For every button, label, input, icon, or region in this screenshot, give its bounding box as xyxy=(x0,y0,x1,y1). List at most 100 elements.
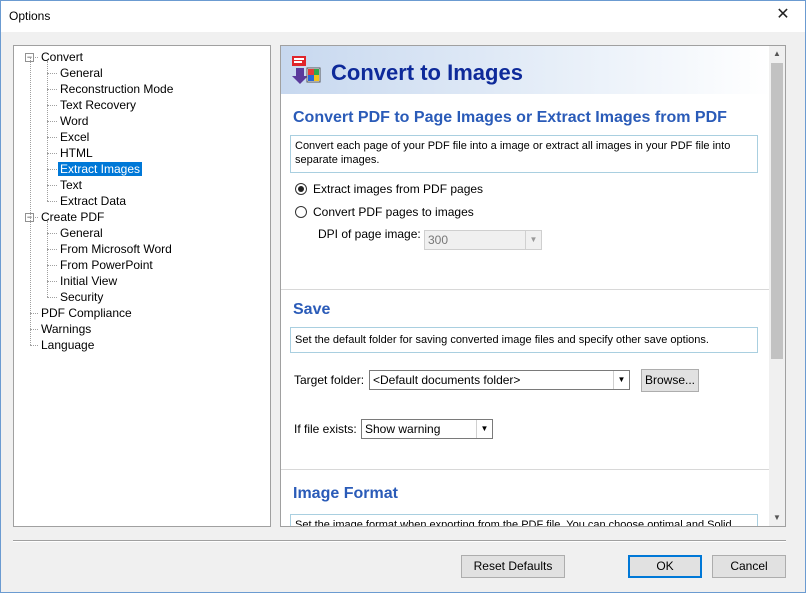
tree-item[interactable]: From Microsoft Word xyxy=(58,241,174,257)
tree-item-label: General xyxy=(60,226,103,240)
tree-item[interactable]: Excel xyxy=(58,129,91,145)
tree-item-label: Excel xyxy=(60,130,90,144)
settings-panel: Convert to Images Convert PDF to Page Im… xyxy=(280,45,786,527)
tree-item-label: Create PDF xyxy=(41,210,105,224)
target-folder-select[interactable]: <Default documents folder> ▼ xyxy=(369,370,630,390)
tree-item-label: General xyxy=(60,66,103,80)
tree-item[interactable]: PDF Compliance xyxy=(39,305,134,321)
tree-item[interactable]: General xyxy=(58,225,105,241)
tree-item-label: Extract Data xyxy=(60,194,127,208)
tree-connector xyxy=(30,345,38,346)
tree-connector xyxy=(30,57,31,345)
radio-extract-dot[interactable] xyxy=(295,183,307,195)
cancel-button[interactable]: Cancel xyxy=(712,555,786,578)
browse-button[interactable]: Browse... xyxy=(641,369,699,392)
dpi-select[interactable]: 300 ▼ xyxy=(424,230,542,250)
tree-connector xyxy=(30,329,38,330)
convert-section-heading: Convert PDF to Page Images or Extract Im… xyxy=(293,109,727,126)
if-file-exists-select[interactable]: Show warning ▼ xyxy=(361,419,493,439)
if-file-exists-label: If file exists: xyxy=(294,422,357,436)
reset-defaults-button[interactable]: Reset Defaults xyxy=(461,555,565,578)
panel-header-title: Convert to Images xyxy=(331,60,523,85)
tree-connector xyxy=(47,185,57,186)
tree-connector xyxy=(47,153,57,154)
tree-connector xyxy=(47,233,57,234)
convert-section-description: Convert each page of your PDF file into … xyxy=(290,135,758,173)
save-section-description: Set the default folder for saving conver… xyxy=(290,327,758,353)
tree-connector xyxy=(47,169,57,170)
tree-connector xyxy=(47,73,57,74)
tree-item-label: Text Recovery xyxy=(60,98,137,112)
tree-item-label: Convert xyxy=(41,50,84,64)
tree-item-label: Word xyxy=(60,114,89,128)
options-tree[interactable]: Convert − General Reconstruction Mode Text R… xyxy=(13,45,271,527)
tree-connector xyxy=(47,265,57,266)
tree-item[interactable]: HTML xyxy=(58,145,95,161)
tree-item[interactable]: Convert xyxy=(39,49,85,65)
tree-item-label: Reconstruction Mode xyxy=(60,82,174,96)
tree-item-label: Language xyxy=(41,338,95,352)
tree-item[interactable]: Initial View xyxy=(58,273,119,289)
footer-divider xyxy=(13,540,786,542)
tree-connector xyxy=(47,137,57,138)
tree-connector xyxy=(47,201,57,202)
ok-button[interactable]: OK xyxy=(628,555,702,578)
section-divider xyxy=(281,289,771,290)
panel-scrollbar[interactable]: ▲ ▼ xyxy=(769,46,785,526)
close-icon[interactable]: ✕ xyxy=(775,7,791,23)
tree-item-label: Security xyxy=(60,290,104,304)
radio-convert-pages[interactable]: Convert PDF pages to images xyxy=(295,204,535,220)
convert-images-icon xyxy=(292,56,321,84)
title-bar: Options ✕ xyxy=(1,1,805,32)
tree-item[interactable]: Extract Data xyxy=(58,193,128,209)
tree-item-label: From PowerPoint xyxy=(60,258,153,272)
tree-item[interactable]: Extract Images xyxy=(58,161,143,177)
tree-connector xyxy=(47,89,57,90)
tree-item[interactable]: Word xyxy=(58,113,90,129)
chevron-down-icon: ▼ xyxy=(476,420,492,438)
tree-item[interactable]: Text Recovery xyxy=(58,97,138,113)
section-divider xyxy=(281,469,771,470)
tree-item[interactable]: Warnings xyxy=(39,321,93,337)
if-file-exists-value: Show warning xyxy=(365,422,441,436)
chevron-down-icon: ▼ xyxy=(525,231,541,249)
tree-connector xyxy=(47,105,57,106)
chevron-down-icon: ▼ xyxy=(613,371,629,389)
scroll-down-icon[interactable]: ▼ xyxy=(769,510,785,526)
tree-item[interactable]: Language xyxy=(39,337,96,353)
tree-connector xyxy=(47,121,57,122)
save-section-heading: Save xyxy=(293,301,331,318)
tree-item[interactable]: Create PDF xyxy=(39,209,106,225)
tree-item[interactable]: Text xyxy=(58,177,84,193)
options-dialog: Options ✕ Convert − General Reconstruction … xyxy=(0,0,806,593)
dpi-label: DPI of page image: xyxy=(318,227,421,241)
radio-convert-dot[interactable] xyxy=(295,206,307,218)
tree-item[interactable]: Security xyxy=(58,289,105,305)
tree-connector xyxy=(47,249,57,250)
scroll-up-icon[interactable]: ▲ xyxy=(769,46,785,62)
image-format-section-heading: Image Format xyxy=(293,485,398,502)
tree-item[interactable]: From PowerPoint xyxy=(58,257,155,273)
radio-extract-label: Extract images from PDF pages xyxy=(313,182,484,196)
radio-convert-label: Convert PDF pages to images xyxy=(313,205,474,219)
tree-item[interactable]: Reconstruction Mode xyxy=(58,81,175,97)
scroll-thumb[interactable] xyxy=(771,63,783,359)
tree-item-label: From Microsoft Word xyxy=(60,242,172,256)
tree-item[interactable]: General xyxy=(58,65,105,81)
tree-item-label: Warnings xyxy=(41,322,92,336)
panel-header: Convert to Images xyxy=(281,46,771,94)
radio-extract-images[interactable]: Extract images from PDF pages xyxy=(295,181,535,197)
tree-connector xyxy=(47,281,57,282)
tree-connector xyxy=(47,221,48,297)
tree-item-label: HTML xyxy=(60,146,93,160)
image-format-section-description: Set the image format when exporting from… xyxy=(290,514,758,526)
tree-connector xyxy=(47,61,48,201)
dpi-value: 300 xyxy=(428,233,449,247)
tree-item-label: PDF Compliance xyxy=(41,306,132,320)
tree-item-label: Extract Images xyxy=(58,162,143,176)
tree-connector xyxy=(30,313,38,314)
window-title: Options xyxy=(9,9,51,23)
target-folder-label: Target folder: xyxy=(294,373,365,387)
tree-item-label: Initial View xyxy=(60,274,118,288)
tree-connector xyxy=(47,297,57,298)
